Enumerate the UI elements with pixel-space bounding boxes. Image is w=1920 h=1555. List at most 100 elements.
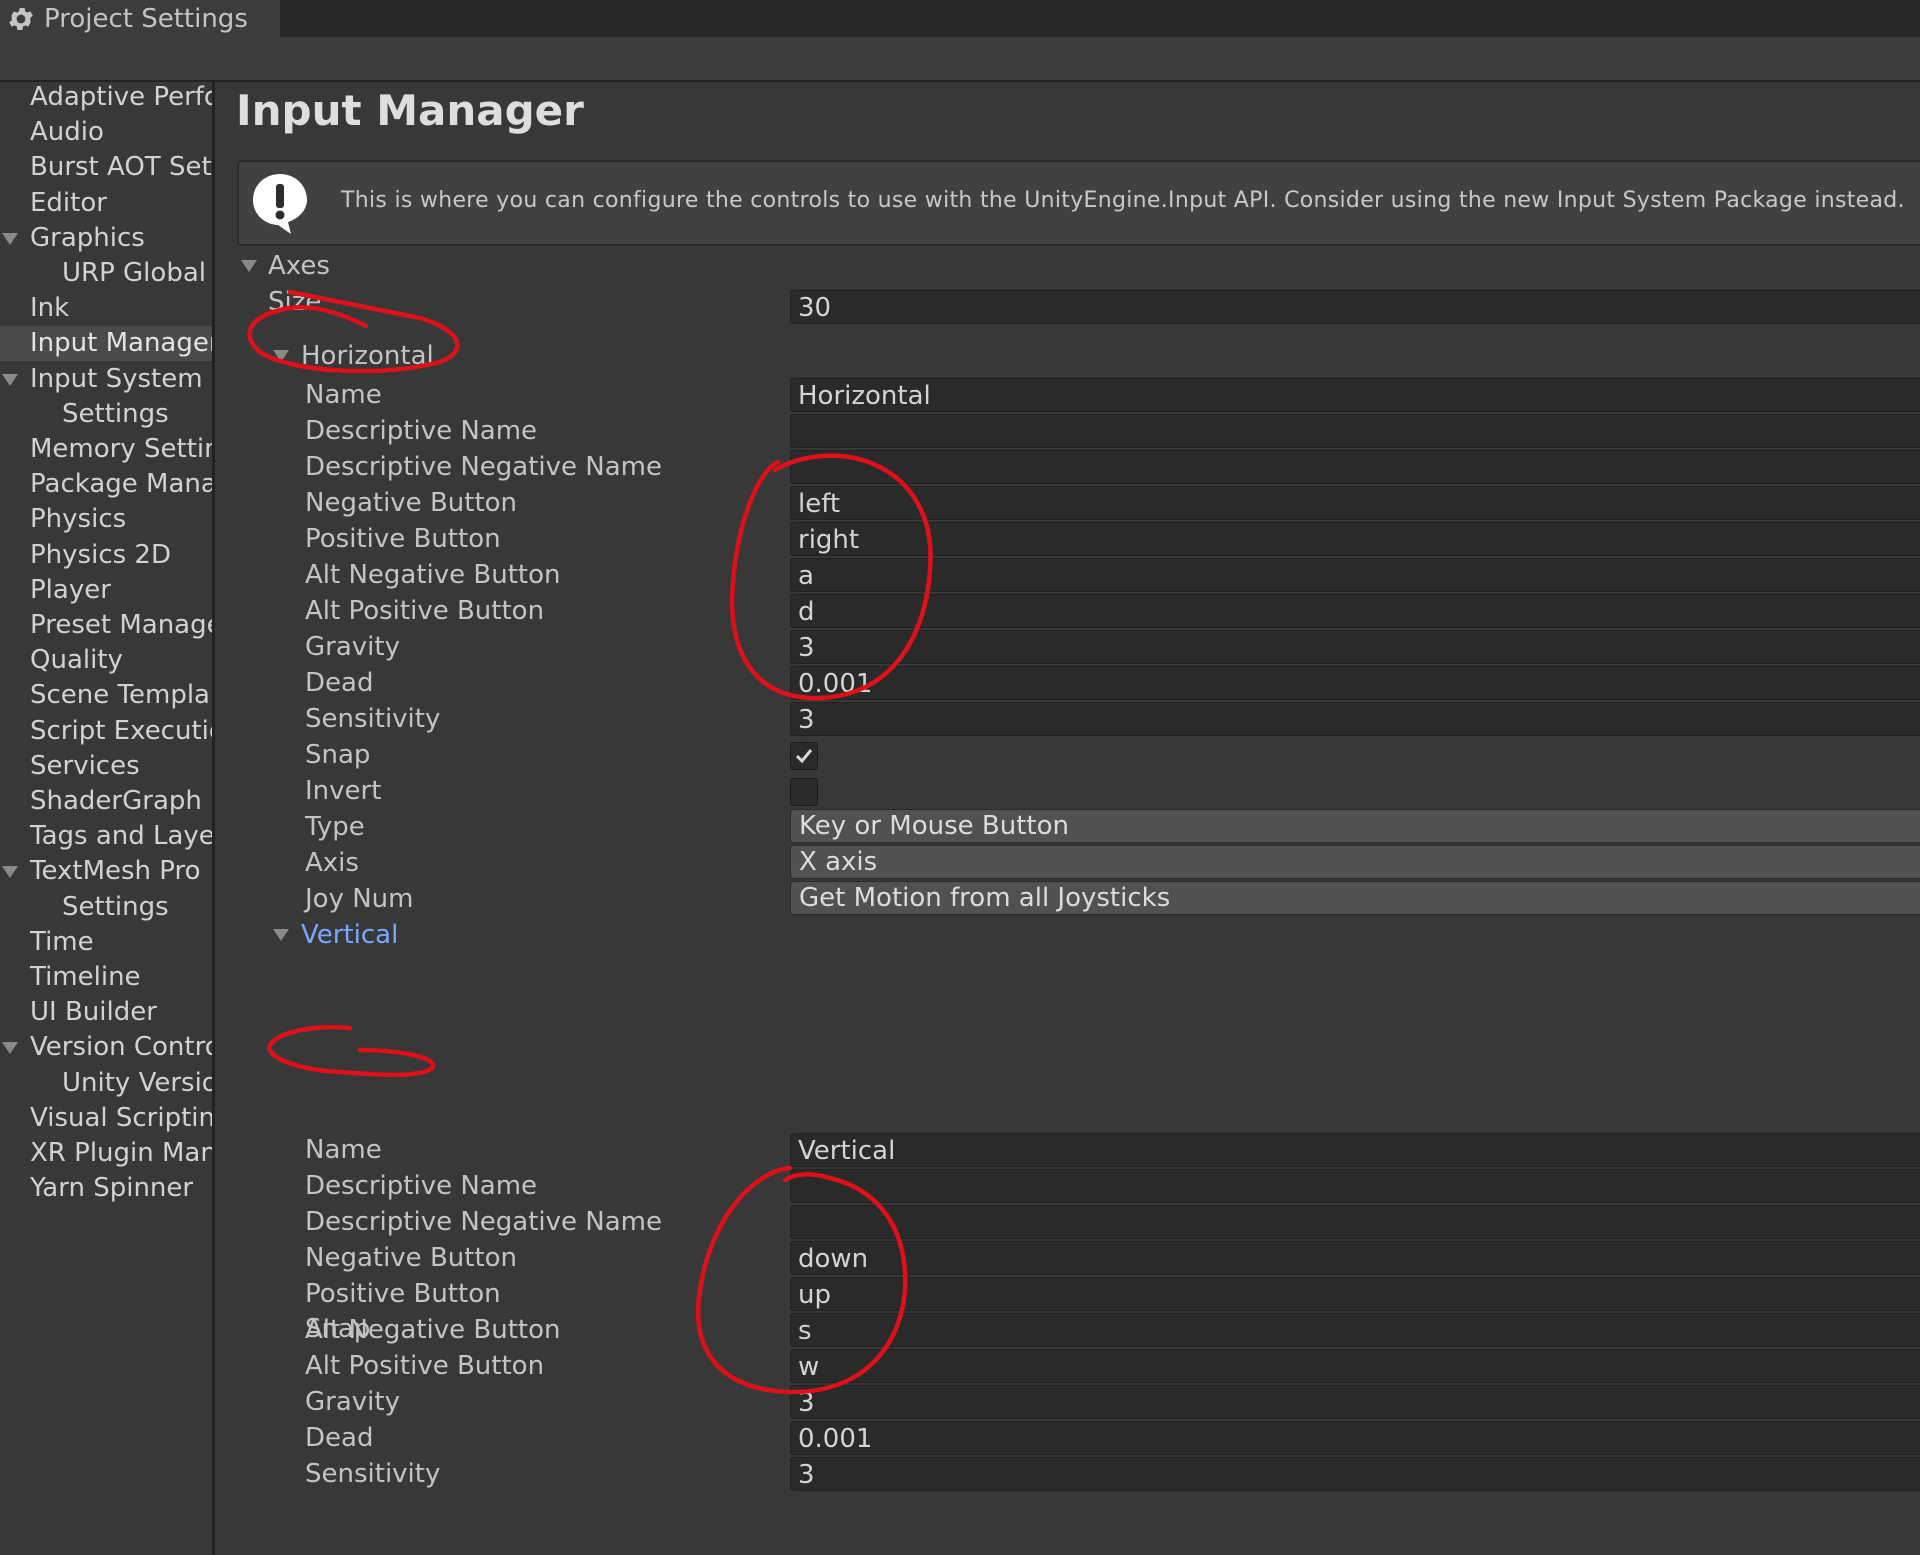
sidebar-item-label: Script Executio	[30, 715, 212, 746]
sidebar-item-label: Version Contro	[30, 1032, 212, 1063]
horizontal-field-input[interactable]	[790, 450, 1920, 484]
sidebar-item[interactable]: Settings	[0, 397, 212, 432]
sidebar-item[interactable]: UI Builder	[0, 995, 212, 1030]
horizontal-field-input[interactable]: a	[790, 558, 1920, 592]
vertical-foldout-arrow-icon[interactable]	[273, 929, 289, 941]
sidebar-item-label: XR Plugin Man	[30, 1138, 212, 1168]
horizontal-field-input[interactable]: right	[790, 522, 1920, 556]
sidebar-item[interactable]: Tags and Laye	[0, 819, 212, 854]
sidebar-item[interactable]: Input Manager	[0, 326, 212, 362]
sidebar-item[interactable]: URP Global	[0, 256, 212, 291]
horizontal-field-input[interactable]	[790, 414, 1920, 448]
horizontal-field-label: Alt Negative Button	[305, 560, 561, 590]
vertical-field-input[interactable]: 3	[790, 1385, 1920, 1419]
sidebar-item[interactable]: Adaptive Perfo	[0, 82, 212, 115]
project-settings-tab[interactable]: Project Settings	[0, 0, 280, 37]
h-joynum-label: Joy Num	[305, 884, 414, 914]
sidebar-item-label: Quality	[30, 645, 123, 676]
horizontal-field-label: Dead	[305, 668, 374, 698]
gear-icon	[9, 7, 33, 30]
foldout-arrow-icon[interactable]	[2, 232, 18, 245]
tab-title: Project Settings	[44, 3, 248, 34]
vertical-field-input[interactable]: w	[790, 1349, 1920, 1383]
sidebar-item-label: Preset Manage	[30, 610, 212, 640]
sidebar-item[interactable]: Time	[0, 925, 212, 960]
vertical-field-label: Sensitivity	[305, 1459, 441, 1489]
horizontal-field-input[interactable]: 0.001	[790, 666, 1920, 700]
checkmark-icon	[795, 749, 813, 764]
vertical-field-input[interactable]: Vertical	[790, 1133, 1920, 1167]
horizontal-field-label: Negative Button	[305, 488, 518, 518]
h-type-dropdown[interactable]: Key or Mouse Button	[790, 809, 1920, 843]
sidebar-item[interactable]: Visual Scriptin	[0, 1101, 212, 1136]
sidebar-item[interactable]: Input System F	[0, 362, 212, 397]
vertical-field-label: Name	[305, 1135, 382, 1165]
sidebar-item[interactable]: Timeline	[0, 960, 212, 995]
warning-icon	[253, 174, 307, 234]
horizontal-field-input[interactable]: 3	[790, 702, 1920, 736]
horizontal-axis-header[interactable]: Horizontal	[301, 338, 434, 374]
vertical-field-input[interactable]	[790, 1205, 1920, 1239]
sidebar-item[interactable]: TextMesh Pro	[0, 854, 212, 889]
sidebar-item[interactable]: Package Mana	[0, 467, 212, 502]
horizontal-field-input[interactable]: 3	[790, 630, 1920, 664]
sidebar-item-label: Input Manager	[30, 328, 212, 359]
h-type-label: Type	[305, 812, 365, 842]
h-invert-checkbox[interactable]	[790, 778, 818, 806]
vertical-field-input[interactable]	[790, 1169, 1920, 1203]
horizontal-foldout-arrow-icon[interactable]	[273, 350, 289, 362]
sidebar-item-label: Visual Scriptin	[30, 1102, 212, 1133]
foldout-arrow-icon[interactable]	[2, 1042, 18, 1055]
h-snap-checkbox[interactable]	[790, 742, 818, 770]
sidebar-item[interactable]: Quality	[0, 643, 212, 678]
vertical-axis-header[interactable]: Vertical	[301, 917, 398, 953]
sidebar-item[interactable]: Unity Versio	[0, 1066, 212, 1101]
help-message: This is where you can configure the cont…	[341, 188, 1905, 213]
axes-label[interactable]: Axes	[268, 248, 330, 284]
sidebar-item-label: Settings	[62, 891, 169, 922]
vertical-field-input[interactable]: s	[790, 1313, 1920, 1347]
vertical-field-input[interactable]: down	[790, 1241, 1920, 1275]
sidebar-item[interactable]: Player	[0, 573, 212, 608]
horizontal-field-input[interactable]: d	[790, 594, 1920, 628]
sidebar-item-label: Burst AOT Sett	[30, 152, 212, 183]
sidebar-item[interactable]: Preset Manage	[0, 608, 212, 643]
horizontal-field-label: Alt Positive Button	[305, 596, 545, 626]
sidebar-item[interactable]: Editor	[0, 186, 212, 221]
size-field[interactable]: 30	[790, 290, 1920, 324]
h-joynum-dropdown[interactable]: Get Motion from all Joysticks	[790, 881, 1920, 915]
vertical-field-input[interactable]: up	[790, 1277, 1920, 1311]
sidebar-item[interactable]: Physics	[0, 502, 212, 537]
toolbar	[0, 37, 1920, 82]
sidebar-item-label: Scene Templa	[30, 680, 210, 711]
horizontal-field-label: Sensitivity	[305, 704, 441, 734]
foldout-arrow-icon[interactable]	[2, 866, 18, 879]
sidebar-item[interactable]: Graphics	[0, 221, 212, 256]
sidebar-item[interactable]: Yarn Spinner	[0, 1171, 212, 1206]
horizontal-field-label: Name	[305, 380, 382, 410]
horizontal-field-label: Gravity	[305, 632, 400, 662]
sidebar-item[interactable]: Version Contro	[0, 1030, 212, 1065]
sidebar-item[interactable]: ShaderGraph	[0, 784, 212, 819]
sidebar-item[interactable]: Audio	[0, 115, 212, 150]
sidebar-item-label: Timeline	[30, 962, 141, 992]
sidebar-item[interactable]: Memory Settin	[0, 432, 212, 467]
vertical-field-input[interactable]: 3	[790, 1457, 1920, 1491]
sidebar-item[interactable]: Ink	[0, 291, 212, 326]
horizontal-field-input[interactable]: left	[790, 486, 1920, 520]
sidebar-item[interactable]: Script Executio	[0, 714, 212, 749]
sidebar-item[interactable]: XR Plugin Man	[0, 1136, 212, 1171]
h-snap-label: Snap	[305, 740, 371, 770]
sidebar-item[interactable]: Physics 2D	[0, 538, 212, 573]
axes-foldout-arrow-icon[interactable]	[241, 260, 257, 272]
h-axis-dropdown[interactable]: X axis	[790, 845, 1920, 879]
vertical-field-input[interactable]: 0.001	[790, 1421, 1920, 1455]
foldout-arrow-icon[interactable]	[2, 373, 18, 386]
sidebar-item[interactable]: Services	[0, 749, 212, 784]
size-label: Size	[268, 287, 322, 317]
sidebar-item[interactable]: Scene Templa	[0, 678, 212, 713]
horizontal-field-input[interactable]: Horizontal	[790, 378, 1920, 412]
sidebar-item[interactable]: Settings	[0, 890, 212, 925]
sidebar-item-label: Adaptive Perfo	[30, 82, 212, 112]
sidebar-item[interactable]: Burst AOT Sett	[0, 150, 212, 185]
